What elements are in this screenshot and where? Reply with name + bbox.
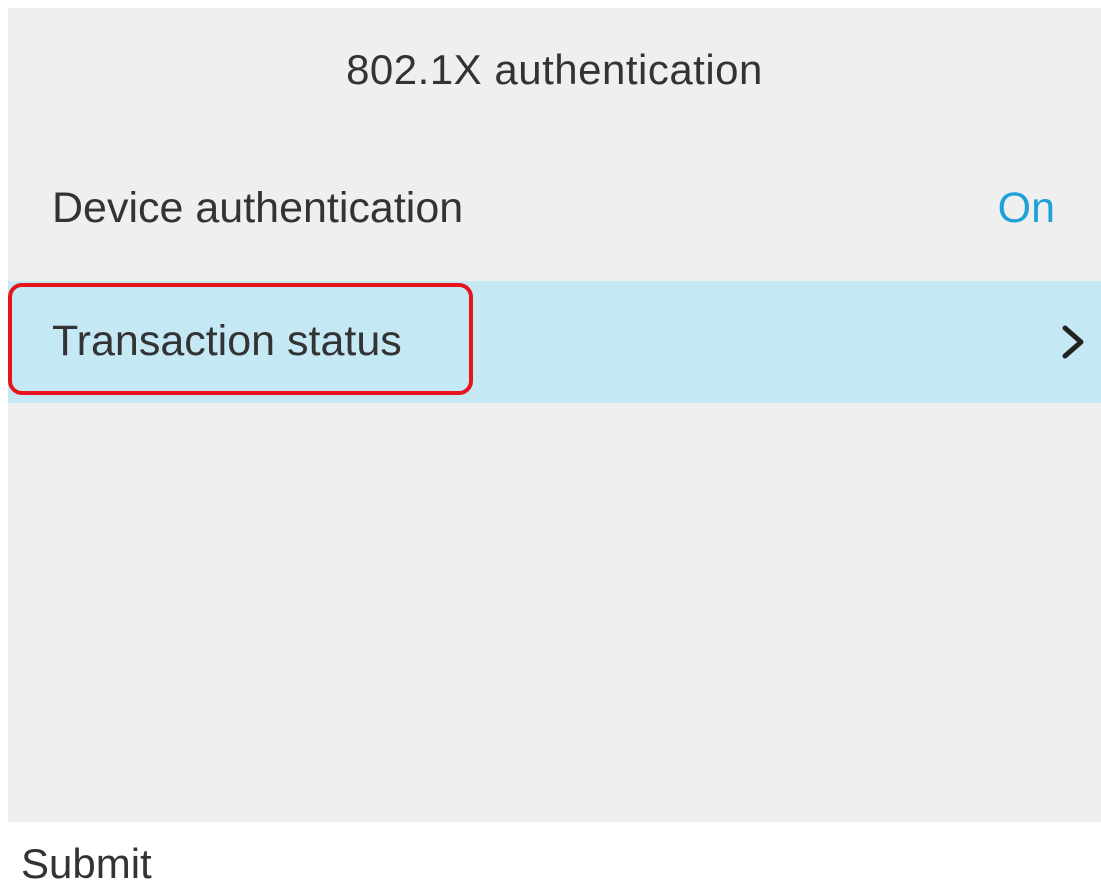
softkey-bar: Submit — [0, 822, 1101, 892]
transaction-status-label: Transaction status — [52, 317, 402, 365]
settings-row-device-authentication[interactable]: Device authentication On — [8, 148, 1101, 270]
phone-screen: 802.1X authentication Device authenticat… — [8, 8, 1101, 822]
device-authentication-value: On — [997, 184, 1055, 232]
device-authentication-label: Device authentication — [52, 184, 464, 232]
settings-row-transaction-status[interactable]: Transaction status — [8, 281, 1101, 403]
screen-title: 802.1X authentication — [346, 46, 763, 93]
chevron-right-icon — [1062, 325, 1084, 359]
submit-button[interactable]: Submit — [21, 840, 152, 888]
